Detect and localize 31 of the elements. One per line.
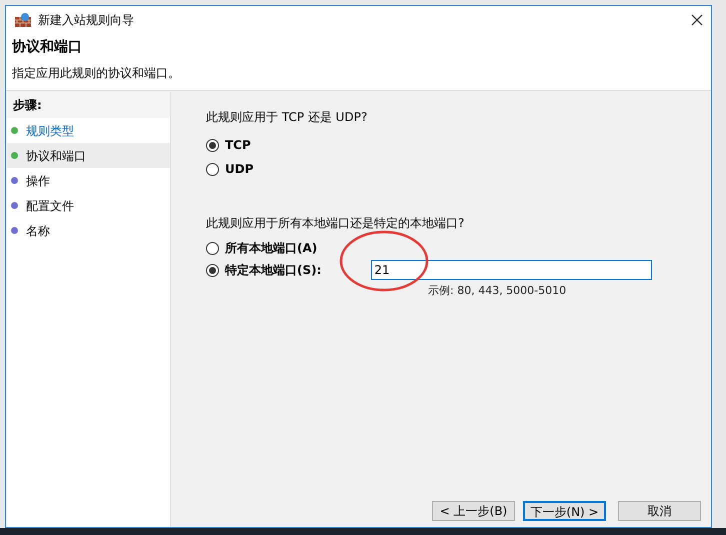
wizard-button[interactable]: 下一步(N) > — [523, 501, 606, 521]
radio-label[interactable]: UDP — [225, 160, 254, 178]
step-item[interactable]: 名称 — [7, 218, 170, 243]
wizard-button[interactable]: 取消 — [618, 501, 701, 521]
ports-question: 此规则应用于所有本地端口还是特定的本地端口? — [206, 215, 466, 232]
steps-heading: 步骤: — [7, 92, 170, 118]
step-label: 操作 — [26, 172, 50, 190]
step-label: 名称 — [26, 222, 50, 240]
firewall-icon — [14, 12, 32, 28]
protocol-question: 此规则应用于 TCP 还是 UDP? — [206, 109, 368, 126]
step-item[interactable]: 配置文件 — [7, 193, 170, 218]
step-label: 协议和端口 — [26, 148, 86, 164]
radio-button[interactable] — [206, 242, 219, 254]
window-title: 新建入站规则向导 — [38, 12, 134, 28]
example-hint: 示例: 80, 443, 5000-5010 — [428, 283, 568, 299]
radio-button[interactable] — [206, 264, 219, 276]
wizard-button[interactable]: < 上一步(B) — [432, 501, 515, 521]
step-item[interactable]: 规则类型 — [7, 118, 170, 143]
radio-label[interactable]: 所有本地端口(A) — [225, 239, 318, 257]
step-item[interactable]: 协议和端口 — [7, 143, 170, 168]
radio-button[interactable] — [206, 162, 219, 176]
radio-label[interactable]: TCP — [225, 136, 251, 154]
step-label: 配置文件 — [26, 198, 74, 214]
page-description: 指定应用此规则的协议和端口。 — [12, 65, 181, 82]
step-item[interactable]: 操作 — [7, 168, 170, 193]
radio-button[interactable] — [206, 138, 219, 152]
radio-label[interactable]: 特定本地端口(S): — [225, 261, 322, 279]
step-label: 规则类型 — [26, 122, 74, 140]
port-field[interactable]: 21 — [371, 260, 652, 280]
page-heading: 协议和端口 — [12, 38, 83, 57]
close-icon[interactable] — [691, 14, 703, 26]
